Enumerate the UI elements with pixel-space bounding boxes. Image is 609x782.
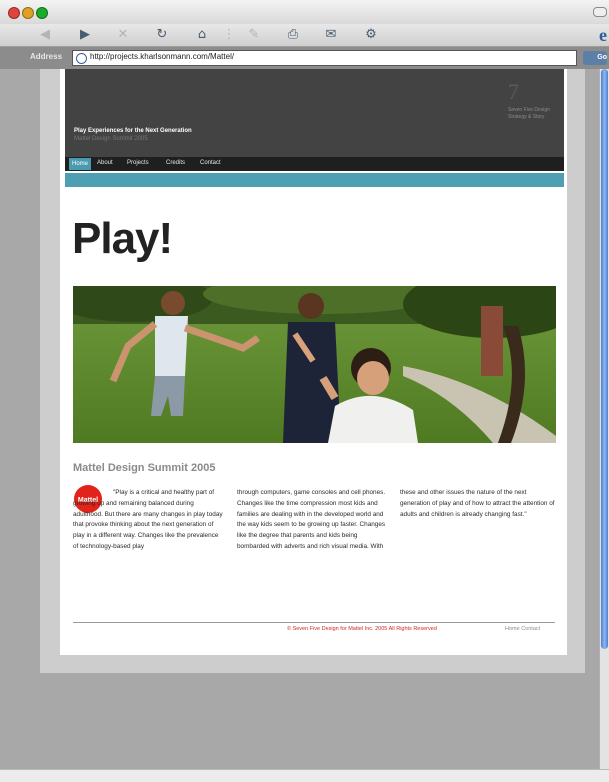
section-title: Mattel Design Summit 2005 (73, 462, 216, 474)
site-header: Play Experiences for the Next Generation… (65, 69, 564, 157)
site-nav: Home About Projects Credits Contact (65, 157, 564, 171)
summit-text-column-1: "Play is a critical and healthy part of … (73, 488, 225, 553)
minimize-window-button[interactable] (22, 7, 34, 19)
url-text[interactable]: http://projects.kharlsonmann.com/Mattel/ (90, 52, 234, 61)
footer-divider (73, 622, 555, 623)
close-window-button[interactable] (8, 7, 20, 19)
browser-toolbar: ◀ ▶ ✕ ↻ ⌂ ⋮ ✎ ⎙ ✉ ⚙ e (0, 24, 609, 47)
summit-text-column-2: through computers, game consoles and cel… (237, 489, 386, 550)
summit-text-column-3: these and other issues the nature of the… (400, 489, 555, 518)
settings-icon[interactable]: ⚙ (362, 26, 380, 44)
site-logo-mark[interactable]: 7 (508, 79, 519, 105)
vertical-scrollbar[interactable] (599, 69, 609, 769)
summit-text-1: "Play is a critical and healthy part of … (73, 489, 223, 550)
go-button[interactable]: Go (583, 51, 607, 65)
nav-projects[interactable]: Projects (127, 160, 149, 166)
toolbar-toggle-button[interactable] (593, 7, 607, 17)
autofill-icon[interactable]: ✎ (245, 26, 263, 44)
print-icon[interactable]: ⎙ (284, 26, 302, 44)
footer-links[interactable]: Home Contact (505, 626, 540, 632)
address-label: Address (30, 52, 63, 61)
site-subtag: Mattel Design Summit 2005 (74, 136, 148, 142)
accent-bar (65, 173, 564, 187)
forward-icon[interactable]: ▶ (76, 26, 94, 44)
mail-icon[interactable]: ✉ (322, 26, 340, 44)
stop-icon[interactable]: ✕ (114, 26, 132, 44)
page-title: Play! (72, 214, 173, 263)
browser-logo-icon: e (599, 25, 607, 45)
favicon-icon (76, 53, 87, 64)
web-page: Play Experiences for the Next Generation… (60, 69, 567, 655)
back-icon[interactable]: ◀ (36, 26, 54, 44)
scroll-thumb[interactable] (601, 69, 608, 649)
nav-home[interactable]: Home (69, 158, 92, 170)
nav-credits[interactable]: Credits (166, 160, 185, 166)
nav-contact[interactable]: Contact (200, 160, 221, 166)
window-titlebar (0, 0, 609, 25)
status-bar (0, 769, 609, 782)
refresh-icon[interactable]: ↻ (153, 26, 171, 44)
separator-icon: ⋮ (222, 27, 236, 42)
zoom-window-button[interactable] (36, 7, 48, 19)
hero-photo (73, 286, 556, 443)
header-blurb: Seven Five Design Strategy & Story (508, 107, 550, 120)
nav-about[interactable]: About (97, 160, 113, 166)
home-icon[interactable]: ⌂ (193, 26, 211, 44)
footer-copyright[interactable]: © Seven Five Design for Mattel Inc. 2005… (287, 626, 437, 632)
url-field[interactable]: http://projects.kharlsonmann.com/Mattel/ (72, 50, 577, 66)
address-bar: Address http://projects.kharlsonmann.com… (0, 47, 609, 70)
site-tagline: Play Experiences for the Next Generation (74, 128, 192, 134)
